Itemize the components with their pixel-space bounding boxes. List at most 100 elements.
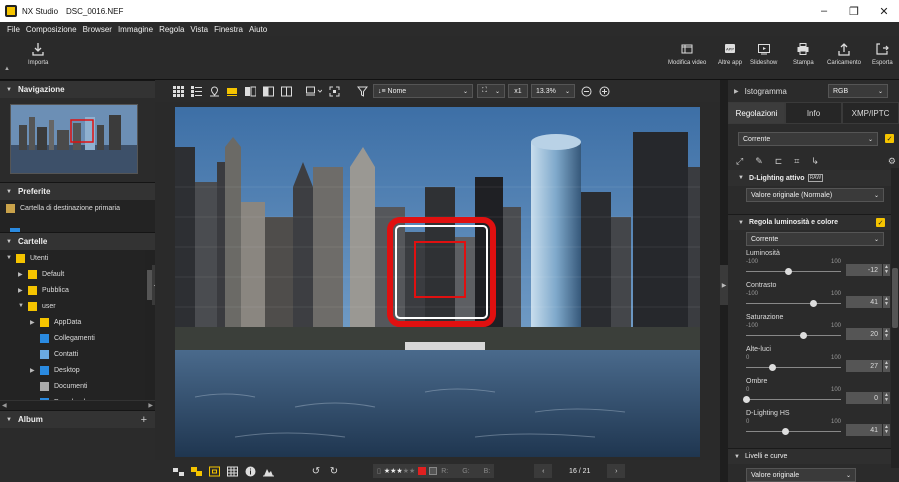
menu-vista[interactable]: Vista <box>187 25 211 34</box>
stepper-icon[interactable]: ▲ ▼ <box>883 328 890 340</box>
fit-screen-icon[interactable] <box>325 82 343 100</box>
right-scrollbar[interactable] <box>891 168 899 468</box>
collapse-toolbar-icon[interactable]: ▲ <box>4 66 10 72</box>
folder-tree-item[interactable]: Documenti <box>0 378 155 394</box>
slider-track[interactable] <box>746 431 841 432</box>
folders-header[interactable]: ▼ Cartelle <box>0 232 155 250</box>
menu-regola[interactable]: Regola <box>156 25 187 34</box>
slider-knob[interactable] <box>800 332 807 339</box>
scrollbar-thumb[interactable] <box>892 268 898 328</box>
favorites-header[interactable]: ▼ Preferite <box>0 182 155 200</box>
before-after-icon[interactable] <box>259 82 277 100</box>
preset-dropdown[interactable]: Corrente ⌄ <box>738 132 878 146</box>
folder-tree-item[interactable]: ▼ Utenti <box>0 250 155 266</box>
print-button[interactable]: Stampa <box>793 42 814 66</box>
protect-icon[interactable] <box>429 467 438 475</box>
collapsed-arrow-icon[interactable]: ▶ <box>18 271 28 278</box>
rotate-right-icon[interactable]: ↻ <box>325 462 343 480</box>
slider-knob[interactable] <box>743 396 750 403</box>
filter-icon[interactable] <box>353 82 371 100</box>
scroll-left-icon[interactable]: ◀ <box>2 402 7 409</box>
import-button[interactable]: Importa <box>28 42 48 66</box>
fit-mode-dropdown[interactable]: ⛶ ⌄ <box>477 84 505 98</box>
main-photo[interactable] <box>175 107 700 457</box>
sort-dropdown[interactable]: ↓≡ Nome ⌄ <box>373 84 473 98</box>
next-image-button[interactable]: › <box>607 464 626 478</box>
slider-knob[interactable] <box>781 428 789 435</box>
menu-browser[interactable]: Browser <box>80 25 115 34</box>
levels-header[interactable]: ▼ Livelli e curve <box>728 448 891 464</box>
prev-image-button[interactable]: ‹ <box>534 464 553 478</box>
horizontal-scrollbar[interactable]: ◀ ▶ <box>0 400 155 410</box>
folder-tree-item[interactable]: ▶ Desktop <box>0 362 155 378</box>
add-album-button[interactable]: + <box>141 414 147 426</box>
expanded-arrow-icon[interactable]: ▼ <box>6 255 16 261</box>
retouch-brush-icon[interactable]: ✎ <box>755 156 763 167</box>
star-rating[interactable]: ★★★ <box>384 467 403 475</box>
navigation-thumbnail[interactable] <box>10 104 138 174</box>
slider-knob[interactable] <box>768 364 776 371</box>
color-label-icon[interactable] <box>418 467 427 475</box>
slider-value-field[interactable]: 0 <box>846 392 882 404</box>
split-view-icon[interactable] <box>277 82 295 100</box>
slider-knob[interactable] <box>784 268 792 275</box>
other-apps-button[interactable]: APP Altre app <box>718 42 742 66</box>
histogram-header[interactable]: ▶ Istogramma RGB ⌄ <box>728 80 899 102</box>
levels-dropdown[interactable]: Valore originale ⌄ <box>746 468 856 482</box>
stepper-icon[interactable]: ▲ ▼ <box>883 360 890 372</box>
stepper-icon[interactable]: ▲ ▼ <box>883 392 890 404</box>
slider-track[interactable] <box>746 303 841 304</box>
menu-file[interactable]: File <box>4 25 23 34</box>
map-view-icon[interactable] <box>205 82 223 100</box>
zoom-in-icon[interactable] <box>595 82 613 100</box>
single-view-icon[interactable] <box>223 82 241 100</box>
folder-tree-item[interactable]: ▶ AppData <box>0 314 155 330</box>
info-overlay-icon[interactable] <box>241 462 259 480</box>
slider-value-field[interactable]: 41 <box>846 296 882 308</box>
collapsed-arrow-icon[interactable]: ▶ <box>30 319 40 326</box>
folder-tree-item[interactable]: Collegamenti <box>0 330 155 346</box>
menu-composizione[interactable]: Composizione <box>23 25 80 34</box>
list-view-icon[interactable] <box>187 82 205 100</box>
collapsed-arrow-icon[interactable]: ▶ <box>30 367 40 374</box>
scroll-right-icon[interactable]: ▶ <box>148 402 153 409</box>
slider-track[interactable] <box>746 335 841 336</box>
fit-view-icon[interactable] <box>169 462 187 480</box>
menu-immagine[interactable]: Immagine <box>115 25 156 34</box>
slider-track[interactable] <box>746 271 841 272</box>
dlighting-header[interactable]: ▼ D-Lighting attivo RAW <box>728 170 891 186</box>
grid-view-icon[interactable] <box>169 82 187 100</box>
zoom-out-icon[interactable] <box>577 82 595 100</box>
slider-value-field[interactable]: -12 <box>846 264 882 276</box>
histogram-overlay-icon[interactable] <box>259 462 277 480</box>
straighten-icon[interactable]: ⊏ <box>775 156 783 167</box>
folder-tree-item[interactable]: ▶ Default <box>0 266 155 282</box>
zoom-1x-button[interactable]: x1 <box>508 84 528 98</box>
stepper-icon[interactable]: ▲ ▼ <box>883 424 890 436</box>
right-panel-toggle[interactable]: ▶ <box>720 265 728 305</box>
slider-value-field[interactable]: 20 <box>846 328 882 340</box>
collapsed-arrow-icon[interactable]: ▶ <box>18 287 28 294</box>
preset-checkbox[interactable]: ✓ <box>885 134 894 143</box>
menu-finestra[interactable]: Finestra <box>211 25 246 34</box>
auto-retouch-icon[interactable]: ⤢ <box>736 156 743 167</box>
slider-track[interactable] <box>746 367 841 368</box>
edit-video-button[interactable]: Modifica video <box>668 42 706 66</box>
folder-tree-item[interactable]: Download <box>0 394 155 400</box>
upload-button[interactable]: Caricamento <box>827 42 861 66</box>
tab-xmp-iptc[interactable]: XMP/IPTC <box>842 102 899 124</box>
navigation-header[interactable]: ▼ Navigazione <box>0 80 155 98</box>
histogram-channel-dropdown[interactable]: RGB ⌄ <box>828 84 888 98</box>
rotate-left-icon[interactable]: ↺ <box>307 462 325 480</box>
minimize-button[interactable]: – <box>809 0 839 22</box>
dlighting-dropdown[interactable]: Valore originale (Normale) ⌄ <box>746 188 884 202</box>
layout-dropdown-icon[interactable] <box>303 82 325 100</box>
brightness-checkbox[interactable]: ✓ <box>876 218 885 227</box>
brightness-preset-dropdown[interactable]: Corrente ⌄ <box>746 232 884 246</box>
label-icon[interactable] <box>187 462 205 480</box>
folder-tree-item[interactable]: ▼ user <box>0 298 155 314</box>
folder-tree-item[interactable]: Contatti <box>0 346 155 362</box>
favorite-item[interactable]: Cartella di destinazione primaria <box>0 200 155 216</box>
star-rating-empty[interactable]: ★★ <box>403 467 416 475</box>
compare-view-icon[interactable] <box>241 82 259 100</box>
